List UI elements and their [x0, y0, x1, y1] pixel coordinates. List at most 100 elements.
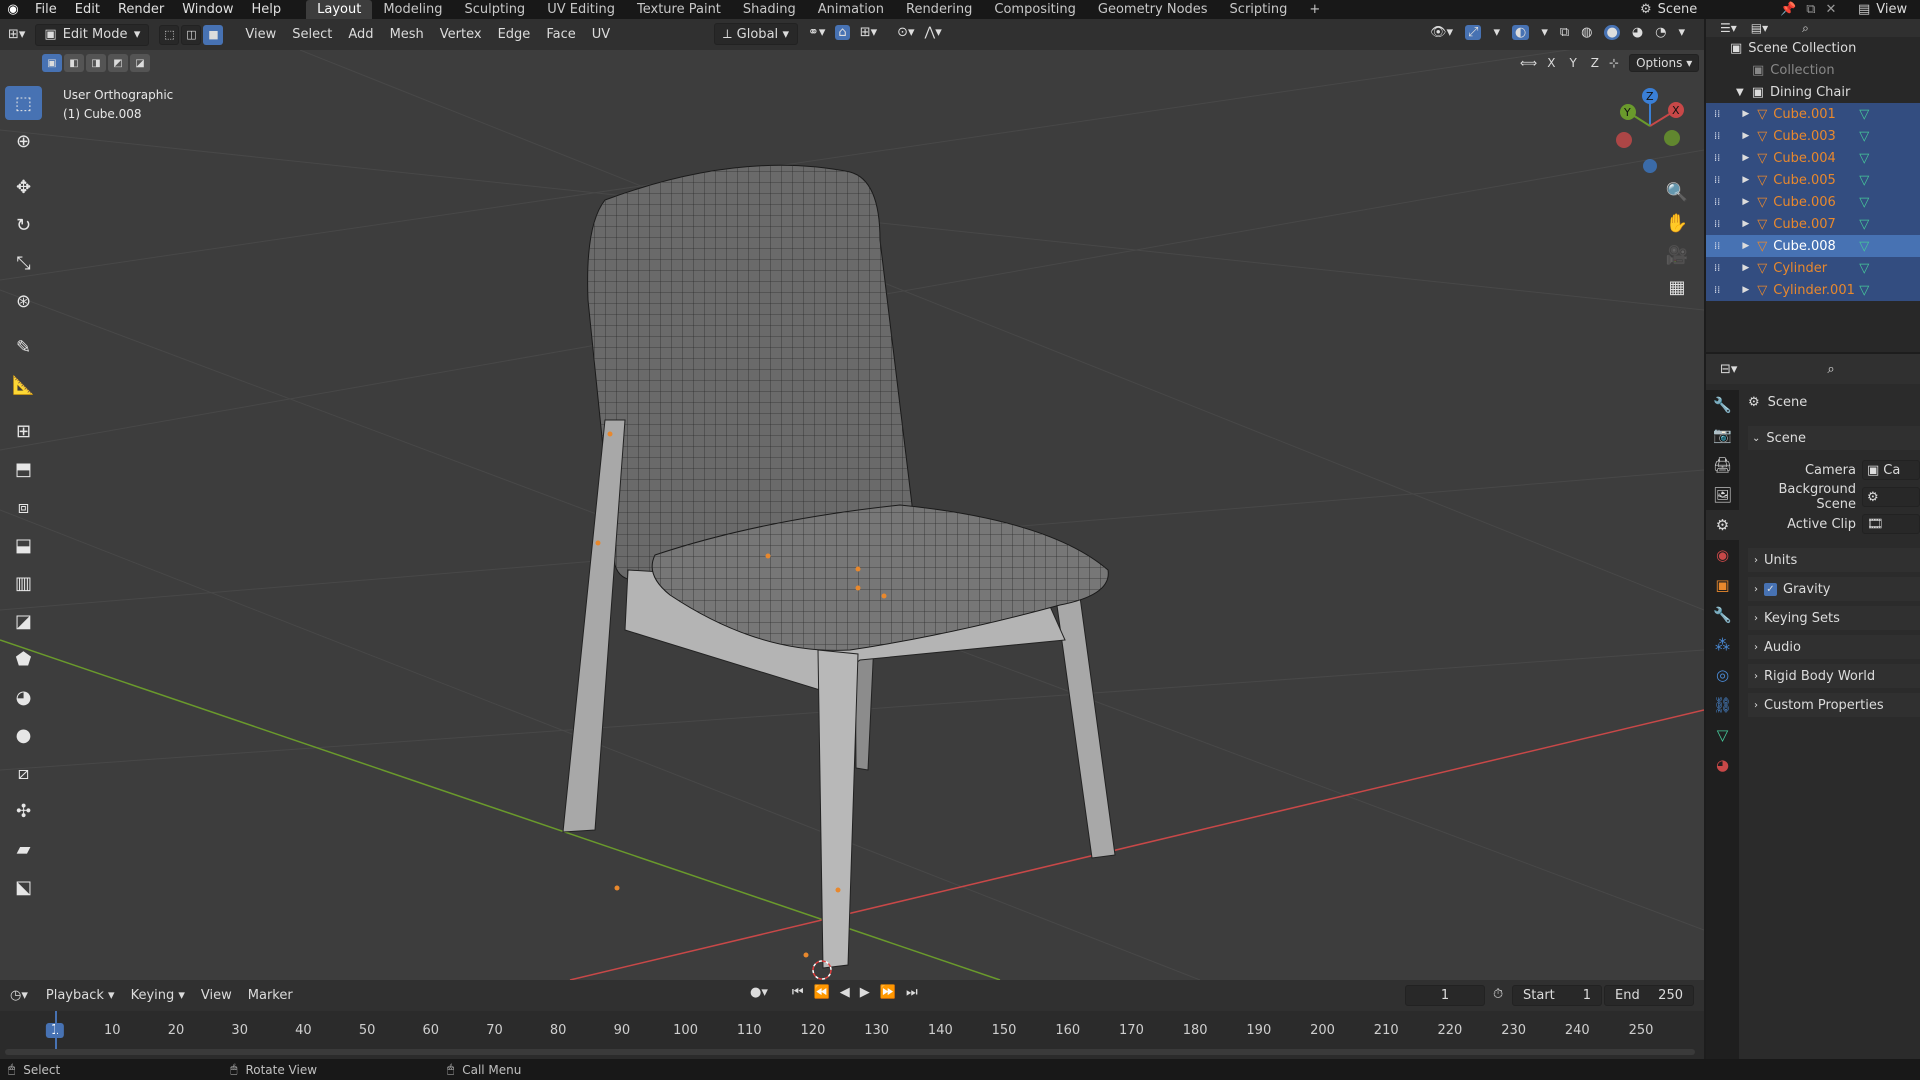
mode-select[interactable]: ▣ Edit Mode ▾ [35, 23, 150, 46]
scroll-track[interactable] [5, 1049, 1695, 1055]
snap-icon[interactable]: ⌂ [835, 25, 850, 40]
panel-audio[interactable]: › Audio [1748, 635, 1920, 659]
end-frame-field[interactable]: End 250 [1604, 985, 1694, 1006]
tab-rendering[interactable]: Rendering [895, 0, 983, 19]
vertex-select-icon[interactable]: ⬚ [159, 24, 180, 45]
gizmo-neg-x-axis[interactable] [1616, 132, 1632, 148]
gizmo-toggle-icon[interactable]: ⤢ [1465, 25, 1482, 40]
mesh-data-icon[interactable]: ▽ [1859, 173, 1869, 188]
chevron-right-icon[interactable]: ▶ [1742, 285, 1749, 295]
visibility-icon[interactable]: 👁▾ [1430, 25, 1453, 40]
falloff-icon[interactable]: ⋀▾ [925, 25, 942, 40]
loop-cut-icon[interactable]: ▥ [5, 566, 42, 600]
record-icon[interactable]: ●▾ [750, 985, 768, 1000]
edge-slide-icon[interactable]: ⧄ [5, 756, 42, 790]
tab-shading[interactable]: Shading [732, 0, 807, 19]
menu-face[interactable]: Face [538, 24, 583, 46]
outliner-scene-collection[interactable]: ▣ Scene Collection [1706, 37, 1920, 59]
prev-keyframe-icon[interactable]: ⏪ [814, 985, 830, 1000]
jump-end-icon[interactable]: ⏭ [906, 985, 918, 1000]
proportional-edit-icon[interactable]: ⊙▾ [897, 25, 914, 40]
scene-tab-icon[interactable]: ⚙ [1706, 510, 1739, 540]
active-clip-field[interactable]: 🎞 [1862, 514, 1920, 534]
auto-merge-icon[interactable]: ⊹ [1609, 56, 1619, 70]
solid-shading-icon[interactable]: ● [1604, 25, 1620, 40]
rotate-icon[interactable]: ↻ [5, 208, 42, 242]
mirror-x-toggle[interactable]: X [1543, 56, 1559, 70]
particles-tab-icon[interactable]: ⁂ [1706, 630, 1739, 660]
timeline-editor-icon[interactable]: ◷▾ [0, 988, 38, 1003]
bevel-icon[interactable]: ⬓ [5, 528, 42, 562]
jump-start-icon[interactable]: ⏮ [792, 985, 804, 1000]
wireframe-shading-icon[interactable]: ◍ [1581, 25, 1592, 40]
mesh-data-icon[interactable]: ▽ [1859, 239, 1869, 254]
outliner-item[interactable]: ⁞⁞ ▶ ▽ Cube.005 ▽ [1706, 169, 1920, 191]
menu-select[interactable]: Select [284, 24, 340, 46]
vertex-group-icon[interactable]: ⁞⁞ [1714, 153, 1720, 164]
tab-animation[interactable]: Animation [807, 0, 895, 19]
modifier-tab-icon[interactable]: 🔧 [1706, 600, 1739, 630]
snap-target-icon[interactable]: ⊞▾ [860, 25, 877, 40]
outliner-item[interactable]: ⁞⁞ ▶ ▽ Cube.007 ▽ [1706, 213, 1920, 235]
invert-selection-icon[interactable]: ◩ [108, 54, 128, 72]
edge-select-icon[interactable]: ◫ [181, 24, 202, 45]
search-icon[interactable]: ⌕ [1827, 362, 1834, 377]
zoom-icon[interactable]: 🔍 [1660, 177, 1694, 207]
transform-icon[interactable]: ⊛ [5, 284, 42, 318]
tab-scripting[interactable]: Scripting [1219, 0, 1299, 19]
outliner-item[interactable]: ⁞⁞ ▶ ▽ Cube.001 ▽ [1706, 103, 1920, 125]
panel-custom-properties[interactable]: › Custom Properties [1748, 693, 1920, 717]
gizmo-neg-z-axis[interactable] [1643, 159, 1657, 173]
search-icon[interactable]: ⌕ [1802, 21, 1809, 36]
tab-compositing[interactable]: Compositing [983, 0, 1087, 19]
menu-marker[interactable]: Marker [240, 988, 301, 1003]
menu-window[interactable]: Window [173, 0, 242, 19]
camera-field[interactable]: ▣ Ca [1862, 460, 1920, 480]
camera-view-icon[interactable]: 🎥 [1660, 240, 1694, 270]
new-scene-icon[interactable]: ⧉ [1806, 2, 1815, 17]
options-dropdown[interactable]: Options ▾ [1629, 54, 1700, 72]
gizmo-neg-y-axis[interactable] [1664, 130, 1680, 146]
poly-build-icon[interactable]: ⬟ [5, 642, 42, 676]
3d-viewport[interactable]: User Orthographic (1) Cube.008 ▣ ◧ ◨ ◩ ◪… [0, 50, 1704, 980]
menu-edit[interactable]: Edit [66, 0, 109, 19]
set-selection-icon[interactable]: ▣ [42, 54, 62, 72]
chevron-right-icon[interactable]: ▶ [1742, 241, 1749, 251]
tool-tab-icon[interactable]: 🔧 [1706, 390, 1739, 420]
material-shading-icon[interactable]: ◕ [1632, 25, 1643, 40]
transform-orientation-select[interactable]: ⟂ Global ▾ [714, 23, 798, 45]
mesh-data-icon[interactable]: ▽ [1859, 283, 1869, 298]
vertex-group-icon[interactable]: ⁞⁞ [1714, 285, 1720, 296]
vertex-group-icon[interactable]: ⁞⁞ [1714, 197, 1720, 208]
menu-keying[interactable]: Keying ▾ [123, 988, 193, 1003]
subtract-selection-icon[interactable]: ◨ [86, 54, 106, 72]
inset-icon[interactable]: ⧈ [5, 490, 42, 524]
panel-units[interactable]: › Units [1748, 548, 1920, 572]
menu-help[interactable]: Help [243, 0, 291, 19]
editor-type-button[interactable]: ⊞▾ [0, 24, 33, 46]
mesh-data-icon[interactable]: ▽ [1859, 151, 1869, 166]
background-scene-field[interactable]: ⚙ [1862, 487, 1920, 507]
mirror-icon[interactable]: ⟺ [1520, 56, 1537, 70]
knife-icon[interactable]: ◪ [5, 604, 42, 638]
menu-edge[interactable]: Edge [490, 24, 539, 46]
measure-icon[interactable]: 📐 [5, 368, 42, 402]
tab-layout[interactable]: Layout [306, 0, 373, 19]
outliner-item[interactable]: ⁞⁞ ▶ ▽ Cube.004 ▽ [1706, 147, 1920, 169]
face-select-icon[interactable]: ■ [203, 24, 224, 45]
vertex-group-icon[interactable]: ⁞⁞ [1714, 109, 1720, 120]
mesh-data-icon[interactable]: ▽ [1859, 129, 1869, 144]
add-workspace-button[interactable]: + [1298, 0, 1331, 19]
rip-region-icon[interactable]: ⬕ [5, 870, 42, 904]
annotate-icon[interactable]: ✎ [5, 330, 42, 364]
overlay-toggle-icon[interactable]: ◐ [1511, 25, 1530, 40]
chevron-right-icon[interactable]: ▶ [1742, 175, 1749, 185]
chevron-right-icon[interactable]: ▶ [1742, 263, 1749, 273]
shear-icon[interactable]: ▰ [5, 832, 42, 866]
3d-cursor[interactable] [812, 960, 832, 980]
mesh-data-icon[interactable]: ▽ [1859, 107, 1869, 122]
view-layer-tab-icon[interactable]: 🖼 [1706, 480, 1739, 510]
next-keyframe-icon[interactable]: ⏩ [880, 985, 896, 1000]
mirror-z-toggle[interactable]: Z [1587, 56, 1603, 70]
start-frame-field[interactable]: Start 1 [1512, 985, 1602, 1006]
